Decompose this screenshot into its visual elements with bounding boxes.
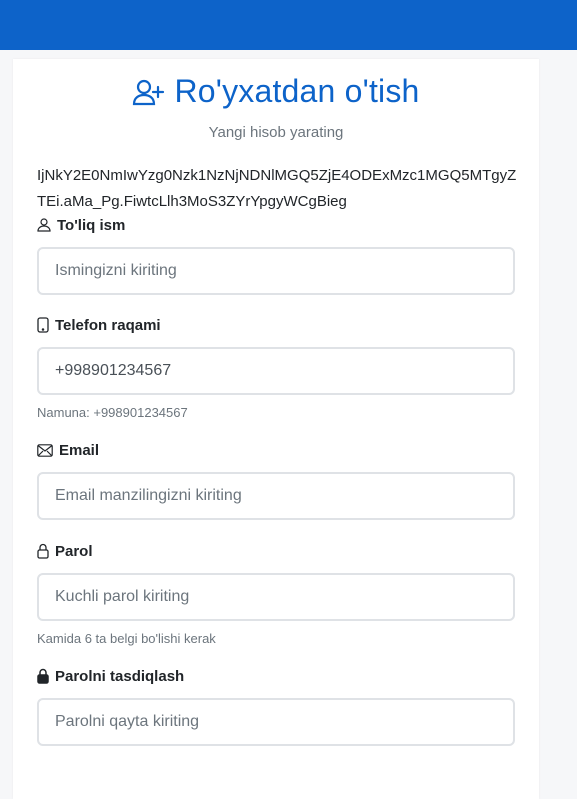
email-input[interactable]: Email manzilingizni kiriting — [37, 472, 515, 520]
email-group: Email Email manzilingizni kiriting — [37, 440, 515, 520]
password-group: Parol Kuchli parol kiriting Kamida 6 ta … — [37, 541, 515, 646]
fullname-label: To'liq ism — [37, 215, 515, 235]
phone-icon — [37, 317, 49, 333]
confirm-label-text: Parolni tasdiqlash — [55, 667, 185, 685]
email-placeholder: Email manzilingizni kiriting — [55, 487, 242, 504]
fullname-group: To'liq ism Ismingizni kiriting — [37, 215, 515, 295]
confirm-input[interactable]: Parolni qayta kiriting — [37, 698, 515, 746]
phone-label-text: Telefon raqami — [55, 316, 161, 334]
phone-input[interactable]: +998901234567 — [37, 347, 515, 395]
title-row: Ro'yxatdan o'tish — [13, 73, 539, 110]
password-hint: Kamida 6 ta belgi bo'lishi kerak — [37, 631, 216, 646]
password-input[interactable]: Kuchli parol kiriting — [37, 573, 515, 621]
fullname-input[interactable]: Ismingizni kiriting — [37, 247, 515, 295]
lock-filled-icon — [37, 668, 49, 684]
person-icon — [37, 218, 51, 232]
lock-outline-icon — [37, 543, 49, 559]
phone-label: Telefon raqami — [37, 315, 515, 335]
page-subtitle: Yangi hisob yarating — [208, 124, 344, 141]
envelope-icon — [37, 443, 53, 457]
page-title: Ro'yxatdan o'tish — [174, 73, 420, 109]
confirm-placeholder: Parolni qayta kiriting — [55, 713, 200, 730]
fullname-placeholder: Ismingizni kiriting — [55, 262, 177, 279]
confirm-group: Parolni tasdiqlash Parolni qayta kiritin… — [37, 666, 515, 746]
phone-value: +998901234567 — [55, 362, 172, 379]
password-label-text: Parol — [55, 542, 93, 560]
top-navbar — [0, 0, 577, 50]
csrf-token-text: IjNkY2E0NmIwYzg0Nzk1NzNjNDNlMGQ5ZjE4ODEx… — [37, 167, 517, 210]
fullname-label-text: To'liq ism — [57, 216, 126, 234]
password-placeholder: Kuchli parol kiriting — [55, 588, 190, 605]
card-header: Ro'yxatdan o'tish Yangi hisob yarating — [13, 59, 539, 141]
confirm-label: Parolni tasdiqlash — [37, 666, 515, 686]
phone-hint: Namuna: +998901234567 — [37, 405, 188, 420]
register-card: Ro'yxatdan o'tish Yangi hisob yarating I… — [13, 59, 539, 799]
password-label: Parol — [37, 541, 515, 561]
phone-group: Telefon raqami +998901234567 Namuna: +99… — [37, 315, 515, 420]
email-label-text: Email — [59, 441, 100, 459]
user-plus-icon — [132, 78, 166, 106]
email-label: Email — [37, 440, 515, 460]
